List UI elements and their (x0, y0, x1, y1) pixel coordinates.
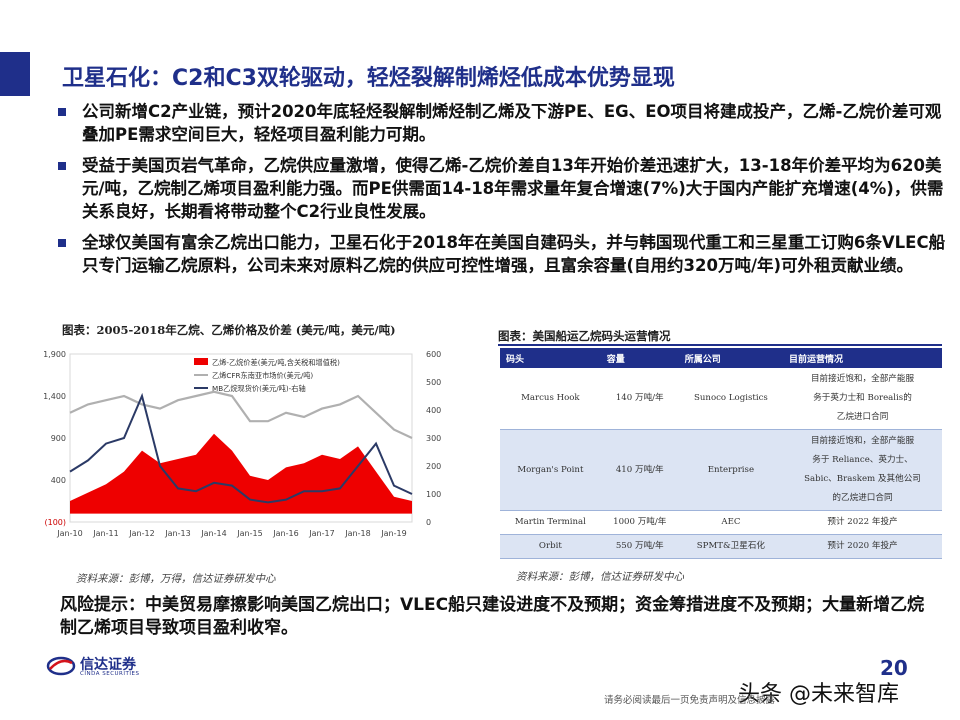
col-header-company: 所属公司 (678, 348, 784, 368)
y-right-tick-label: 400 (426, 406, 441, 415)
y-left-tick-label: 1,900 (43, 350, 66, 359)
col-header-status: 目前运营情况 (783, 348, 942, 368)
bullet-square-icon (58, 239, 66, 247)
status-line: 的乙烷进口合同 (832, 493, 893, 503)
y-right-tick-label: 100 (426, 490, 441, 499)
status-line: 预计 2022 年投产 (827, 517, 898, 527)
y-left-tick-label: (100) (44, 518, 66, 527)
company-logo: 信达证券 CINDA SECURITIES (46, 653, 156, 681)
terminal-cell: Marcus Hook (500, 368, 601, 430)
status-line: 预计 2020 年投产 (827, 541, 898, 551)
table-source: 资料来源：彭博，信达证券研发中心 (516, 571, 684, 583)
status-cell: 预计 2020 年投产 (783, 534, 942, 559)
company-cell: AEC (678, 510, 784, 535)
bullet-text: 公司新增C2产业链，预计2020年底轻烃裂解制烯烃制乙烯及下游PE、EG、EO项… (82, 102, 942, 144)
ethylene-price-line (69, 390, 413, 439)
x-tick-label: Jan-13 (164, 529, 190, 538)
terminal-cell: Morgan's Point (500, 429, 601, 511)
y-right-tick-label: 0 (426, 518, 431, 527)
y-left-tick-label: 1,400 (43, 392, 66, 401)
bullet-square-icon (58, 108, 66, 116)
x-tick-label: Jan-16 (272, 529, 298, 538)
capacity-cell: 140 万吨/年 (600, 368, 679, 430)
x-tick-label: Jan-19 (380, 529, 406, 538)
y-right-tick-label: 300 (426, 434, 441, 443)
legend-label: MB乙烷现货价(美元/吨)-右轴 (212, 384, 306, 393)
page-title: 卫星石化：C2和C3双轮驱动，轻烃裂解制烯烃低成本优势显现 (62, 66, 675, 91)
table-caption-underline (498, 344, 942, 346)
legend-swatch (194, 358, 208, 365)
x-tick-label: Jan-11 (92, 529, 118, 538)
y-left-tick-label: 400 (51, 476, 66, 485)
status-line: Sabic、Braskem 及其他公司 (804, 474, 921, 484)
bullet-item: 全球仅美国有富余乙烷出口能力，卫星石化于2018年在美国自建码头，并与韩国现代重… (56, 231, 946, 277)
risk-warning: 风险提示：中美贸易摩擦影响美国乙烷出口；VLEC船只建设进度不及预期；资金筹措进… (60, 595, 925, 638)
chart-source: 资料来源：彭博，万得，信达证券研发中心 (76, 573, 276, 585)
bullet-item: 公司新增C2产业链，预计2020年底轻烃裂解制烯烃制乙烯及下游PE、EG、EO项… (56, 100, 946, 146)
bullet-text: 全球仅美国有富余乙烷出口能力，卫星石化于2018年在美国自建码头，并与韩国现代重… (82, 233, 946, 275)
x-tick-label: Jan-17 (308, 529, 334, 538)
x-tick-label: Jan-15 (236, 529, 262, 538)
table-row: Orbit 550 万吨/年 SPMT&卫星石化 预计 2020 年投产 (500, 534, 942, 559)
y-right-tick-label: 600 (426, 350, 441, 359)
bullet-item: 受益于美国页岩气革命，乙烷供应量激增，使得乙烯-乙烷价差自13年开始价差迅速扩大… (56, 154, 946, 223)
table-caption: 图表：美国船运乙烷码头运营情况 (498, 329, 671, 343)
price-spread-chart: 1,900 1,400 900 400 (100) 600 500 400 300 200 100 0… (43, 350, 441, 538)
status-line: 务于英力士和 Borealis的 (813, 393, 912, 403)
y-right-tick-label: 200 (426, 462, 441, 471)
table-body: Marcus Hook 140 万吨/年 Sunoco Logistics 目前接近饱… (500, 368, 942, 559)
status-line: 目前接近饱和，全部产能服 (810, 436, 915, 446)
status-line: 目前接近饱和，全部产能服 (810, 374, 915, 384)
chart-caption: 图表：2005-2018年乙烷、乙烯价格及价差 (美元/吨，美元/吨) (62, 323, 396, 337)
x-tick-label: Jan-12 (128, 529, 154, 538)
capacity-cell: 410 万吨/年 (600, 429, 679, 511)
x-tick-label: Jan-18 (344, 529, 370, 538)
status-line: 务于 Reliance、英力士、 (812, 455, 913, 465)
status-cell: 目前接近饱和，全部产能服 务于英力士和 Borealis的 乙烷进口合同 (783, 368, 942, 430)
col-header-capacity: 容量 (600, 348, 679, 368)
col-header-terminal: 码头 (500, 348, 601, 368)
bullet-text: 受益于美国页岩气革命，乙烷供应量激增，使得乙烯-乙烷价差自13年开始价差迅速扩大… (82, 156, 944, 221)
side-accent-bar (0, 52, 30, 96)
logo-swirl-icon (46, 656, 76, 676)
status-cell: 目前接近饱和，全部产能服 务于 Reliance、英力士、 Sabic、Braske… (783, 429, 942, 511)
legend-label: 乙烯-乙烷价差(美元/吨,含关税和增值税) (212, 358, 340, 367)
y-left-tick-label: 900 (51, 434, 66, 443)
spread-area (70, 433, 412, 514)
company-cell: SPMT&卫星石化 (678, 534, 784, 559)
x-tick-label: Jan-14 (200, 529, 226, 538)
x-tick-label: Jan-10 (56, 529, 82, 538)
status-cell: 预计 2022 年投产 (783, 510, 942, 535)
y-right-tick-label: 500 (426, 378, 441, 387)
terminal-cell: Martin Terminal (500, 510, 601, 535)
terminal-cell: Orbit (500, 534, 601, 559)
logo-text-en: CINDA SECURITIES (80, 671, 140, 677)
capacity-cell: 1000 万吨/年 (600, 510, 679, 535)
bullet-list: 公司新增C2产业链，预计2020年底轻烃裂解制烯烃制乙烯及下游PE、EG、EO项… (56, 100, 946, 285)
company-cell: Sunoco Logistics (678, 368, 784, 430)
table-row: Marcus Hook 140 万吨/年 Sunoco Logistics 目前接近饱… (500, 368, 942, 430)
table-row: Martin Terminal 1000 万吨/年 AEC 预计 2022 年投产 (500, 510, 942, 535)
status-line: 乙烷进口合同 (836, 412, 889, 422)
legend-label: 乙烯CFR东南亚市场价(美元/吨) (212, 371, 313, 380)
terminal-table: 码头 容量 所属公司 目前运营情况 Marcus Hook 140 万吨/年 Sun… (500, 348, 942, 559)
table-header-row: 码头 容量 所属公司 目前运营情况 (500, 348, 942, 368)
bullet-square-icon (58, 162, 66, 170)
company-cell: Enterprise (678, 429, 784, 511)
table-row: Morgan's Point 410 万吨/年 Enterprise 目前接近饱和，全… (500, 429, 942, 511)
disclaimer: 请务必阅读最后一页免责声明及信息披露 (604, 695, 776, 706)
capacity-cell: 550 万吨/年 (600, 534, 679, 559)
